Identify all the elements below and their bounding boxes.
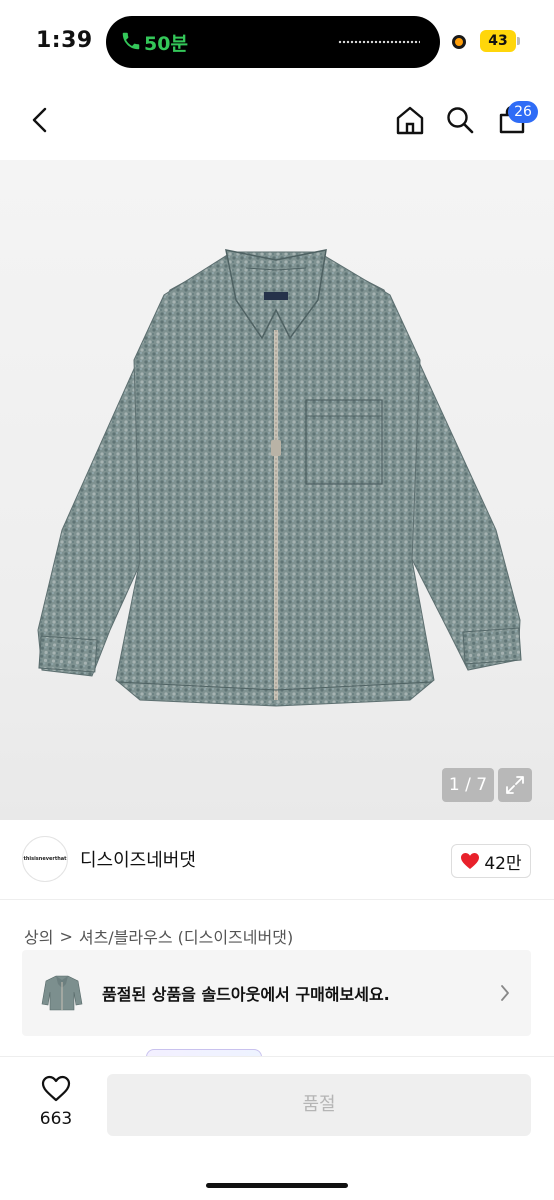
heart-filled-icon [461,853,480,869]
brand-name[interactable]: 디스이즈네버댓 [80,846,196,872]
category-primary[interactable]: 상의 [24,924,53,948]
top-nav [0,80,554,160]
heart-outline-icon [41,1075,71,1102]
home-button[interactable] [390,100,430,140]
privacy-indicator [452,35,466,49]
brand-like-button[interactable]: 42만 [451,844,531,878]
jacket-image [37,249,522,707]
category-secondary[interactable]: 셔츠/블라우스 (디스이즈네버댓) [79,924,293,948]
chevron-left-icon [32,107,47,133]
image-counter: 1 / 7 [442,768,494,802]
brand-logo-text: thisisneverthat [23,856,67,862]
breadcrumb: 상의 > 셔츠/블라우스 (디스이즈네버댓) [24,924,293,948]
chevron-right-icon [501,985,509,1001]
bottom-action-bar: 663 품절 [0,1056,554,1200]
brand-row[interactable]: thisisneverthat 디스이즈네버댓 42만 [0,820,554,900]
activity-indicator [338,40,420,44]
status-bar: 1:39 50분 43 [0,0,554,80]
expand-icon [506,776,524,794]
call-duration: 50분 [144,33,188,55]
expand-button[interactable] [498,768,532,802]
battery-tip [517,37,520,45]
clock: 1:39 [36,28,93,53]
search-button[interactable] [440,100,480,140]
soldout-banner[interactable]: 품절된 상품을 솔드아웃에서 구매해보세요. [22,950,531,1036]
product-thumbnail [41,975,83,1011]
back-button[interactable] [20,100,60,140]
wish-button[interactable]: 663 [30,1075,82,1129]
breadcrumb-separator: > [59,926,73,946]
soldout-banner-text: 품절된 상품을 솔드아웃에서 구매해보세요. [102,985,390,1004]
search-icon [447,107,474,134]
phone-icon [122,32,140,50]
soldout-button[interactable]: 품절 [107,1074,531,1136]
dynamic-island[interactable]: 50분 [106,16,440,68]
product-image[interactable] [0,160,554,820]
home-icon [396,106,424,135]
wish-count: 663 [39,1109,73,1129]
brand-logo[interactable]: thisisneverthat [22,836,68,882]
cart-count-badge: 26 [508,101,538,123]
battery-indicator: 43 [480,30,516,52]
home-indicator[interactable] [206,1183,348,1188]
brand-like-count: 42만 [484,853,522,874]
